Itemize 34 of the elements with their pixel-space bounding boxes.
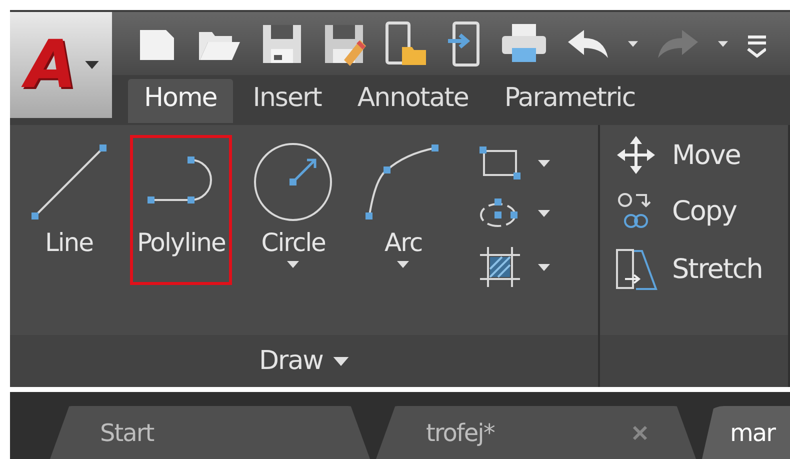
ribbon-tab[interactable]: Parametric [488, 79, 652, 123]
caret-icon [538, 210, 550, 216]
hatch-icon [478, 245, 522, 289]
file-tab[interactable]: Start [50, 406, 370, 459]
caret-icon [397, 261, 410, 268]
caret-icon [628, 40, 638, 46]
tool-button[interactable] [478, 145, 550, 181]
ribbon-tab[interactable]: Insert [236, 79, 338, 123]
ribbon-tab[interactable]: Home [128, 79, 233, 123]
rectangle-icon [478, 145, 522, 181]
tool-button[interactable]: Arc [354, 135, 452, 285]
logo: A [23, 25, 85, 105]
caret-icon [538, 160, 550, 166]
tool-button[interactable]: Stretch [614, 247, 762, 291]
tool-button[interactable]: Circle [244, 135, 342, 285]
device-folder-icon[interactable] [384, 20, 428, 66]
undo-icon[interactable] [566, 28, 610, 60]
tool-button[interactable]: Copy [614, 191, 736, 231]
tool-button[interactable]: Polyline [130, 135, 232, 285]
ribbon-tab[interactable]: Annotate [341, 79, 484, 123]
tool-button[interactable] [478, 245, 550, 289]
file-tab[interactable]: trofej* [376, 406, 696, 459]
panel-title: Draw [259, 346, 323, 376]
caret-icon [538, 264, 550, 270]
caret-icon [84, 61, 99, 69]
tool-button[interactable]: Line [20, 135, 118, 285]
file-tab[interactable]: mar [702, 406, 790, 459]
tool-button[interactable]: Move [614, 135, 740, 175]
caret-icon [718, 40, 728, 46]
caret-icon [287, 261, 300, 268]
panel-title-bar[interactable]: Draw [10, 335, 598, 387]
stretch-icon [614, 247, 658, 291]
caret-icon [332, 356, 349, 366]
device-share-icon[interactable] [446, 20, 482, 66]
